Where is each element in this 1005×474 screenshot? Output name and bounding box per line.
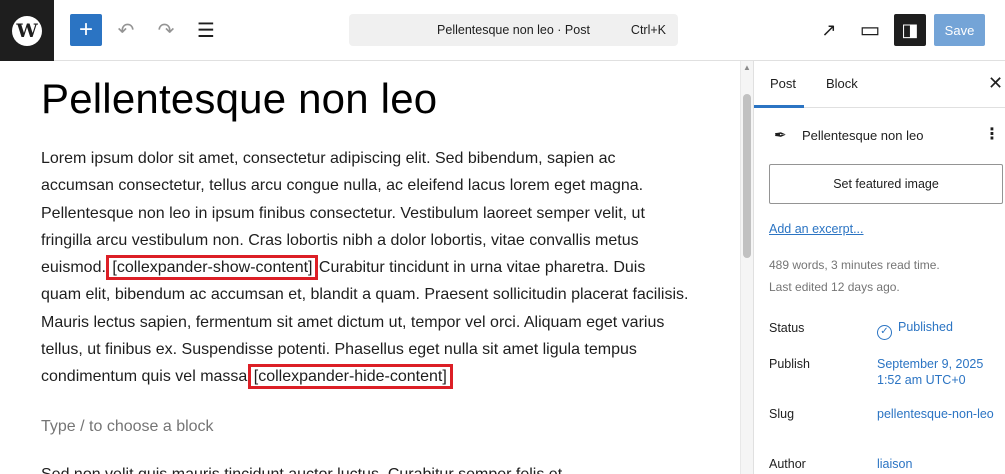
tab-post[interactable]: Post — [770, 76, 796, 91]
editor-scrollbar[interactable]: ▲ — [740, 61, 753, 474]
sidebar-tabs: Post Block ✕ — [754, 61, 1005, 108]
document-title: Pellentesque non leo · Post — [437, 23, 590, 37]
desktop-icon: ▭ — [859, 17, 881, 42]
redo-icon: ↷ — [157, 19, 175, 42]
published-check-icon: ✓ — [877, 325, 892, 340]
undo-button[interactable]: ↶ — [110, 14, 142, 46]
paragraph-block-next[interactable]: Sed non velit quis mauris tincidunt auct… — [41, 461, 689, 474]
shortcut-hint: Ctrl+K — [630, 23, 666, 37]
scroll-up-arrow-icon[interactable]: ▲ — [743, 63, 751, 72]
status-value: Published — [898, 320, 953, 334]
active-tab-indicator — [754, 105, 804, 108]
paragraph-text-2: Curabitur tincidunt in urna vitae pharet… — [41, 259, 689, 386]
add-block-button[interactable]: + — [70, 14, 102, 46]
reading-time-info: 489 words, 3 minutes read time. — [769, 258, 940, 272]
shortcode-hide-content: [collexpander-hide-content] — [247, 364, 453, 390]
post-card-title: Pellentesque non leo — [802, 128, 924, 143]
shortcode-show-content: [collexpander-show-content] — [106, 255, 319, 281]
editor-header: W + ↶ ↷ ☰ Pellentesque non leo · Post Ct… — [0, 0, 1005, 61]
undo-icon: ↶ — [117, 19, 135, 42]
last-edited-info: Last edited 12 days ago. — [769, 280, 900, 294]
wordpress-logo-button[interactable]: W — [0, 0, 54, 61]
settings-sidebar: Post Block ✕ ✒ Pellentesque non leo ⋮ Se… — [753, 61, 1005, 474]
sidebar-icon: ◨ — [901, 19, 919, 40]
wordpress-icon: W — [12, 15, 42, 46]
slug-value-button[interactable]: pellentesque-non-leo — [877, 406, 995, 422]
document-overview-button[interactable]: ☰ — [190, 14, 222, 46]
set-featured-image-button[interactable]: Set featured image — [769, 164, 1003, 204]
status-label: Status — [769, 321, 805, 335]
settings-toggle-button[interactable]: ◨ — [894, 14, 926, 46]
redo-button[interactable]: ↷ — [150, 14, 182, 46]
more-actions-icon[interactable]: ⋮ — [984, 124, 1000, 144]
author-label: Author — [769, 457, 806, 471]
view-post-button[interactable]: ↗ — [813, 14, 845, 46]
device-preview-button[interactable]: ▭ — [854, 14, 886, 46]
command-palette-button[interactable]: Pellentesque non leo · Post Ctrl+K — [349, 14, 678, 46]
tab-block[interactable]: Block — [826, 76, 858, 91]
publish-label: Publish — [769, 357, 810, 371]
paragraph-block[interactable]: Lorem ipsum dolor sit amet, consectetur … — [41, 145, 689, 391]
paragraph-text-1: Lorem ipsum dolor sit amet, consectetur … — [41, 150, 645, 277]
block-appender[interactable]: Type / to choose a block — [41, 418, 214, 436]
plus-icon: + — [78, 16, 93, 43]
list-view-icon: ☰ — [197, 19, 215, 42]
close-icon[interactable]: ✕ — [988, 73, 1003, 94]
publish-date-button[interactable]: September 9, 2025 1:52 am UTC+0 — [877, 356, 995, 388]
save-button[interactable]: Save — [934, 14, 985, 46]
external-link-icon: ↗ — [821, 19, 837, 40]
post-title[interactable]: Pellentesque non leo — [41, 75, 437, 123]
status-value-button[interactable]: ✓ Published — [877, 319, 995, 340]
add-excerpt-link[interactable]: Add an excerpt... — [769, 222, 864, 236]
author-value-button[interactable]: liaison — [877, 456, 995, 472]
slug-label: Slug — [769, 407, 795, 421]
scroll-thumb[interactable] — [743, 94, 751, 258]
post-feather-icon: ✒ — [774, 127, 787, 144]
editor-canvas: Pellentesque non leo Lorem ipsum dolor s… — [0, 61, 740, 474]
